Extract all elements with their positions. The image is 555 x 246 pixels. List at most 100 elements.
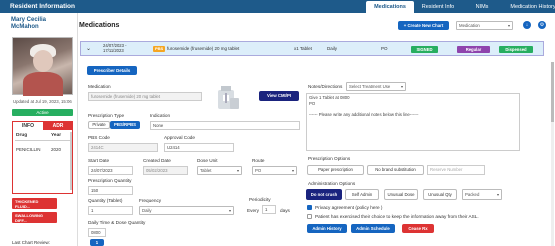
chevron-down-icon: ▾ [507,23,510,28]
prescription-type-label: Prescription Type [88,113,125,118]
frequency-label: Frequency [139,198,162,203]
privacy-text: Privacy agreement (policy here ) [315,205,383,210]
notes-textarea[interactable]: Give 1 Tablet at 0800 PO ------ Please w… [306,93,520,151]
route-value: PO [255,168,262,173]
packed-select[interactable]: Packed ▾ [462,189,502,200]
alert-thickened-fluid[interactable]: THICKENED FLUID... [12,198,57,209]
alert-line: DIFF... [15,217,27,223]
indication-field[interactable]: None [150,121,300,130]
approval-code-label: Approval Code [164,135,196,140]
chevron-down-icon[interactable]: ⌄ [86,45,91,52]
time-qty-badge[interactable]: 1 [90,239,104,246]
frequency-select[interactable]: Daily ▾ [139,206,234,215]
packed-value: Packed [465,192,480,197]
app-title: Resident Information [10,3,76,10]
resident-name-last: McMahon [11,24,39,30]
main-scrollbar[interactable] [551,62,554,246]
page-title: Medications [79,22,120,29]
pbs-code-field[interactable]: 2414C [88,143,158,152]
alert-line: FLUID... [15,203,31,209]
do-not-crush-button[interactable]: Do not crush [306,189,342,200]
asl-checkbox[interactable] [307,214,312,219]
chart-filter-value: Medication [459,23,480,28]
tab-medication-history[interactable]: Medication History [503,1,555,13]
admin-history-button[interactable]: Admin History [307,224,347,233]
rx-type-pbs-button[interactable]: PBS/RPBS [110,121,140,129]
periodicity-field[interactable]: 1 [262,205,276,214]
quantity-field[interactable]: 1 [88,206,133,215]
med-frequency: Daily [327,46,338,51]
rx-type-private-button[interactable]: Private [88,121,110,129]
main-scrollbar-thumb[interactable] [551,62,554,122]
adr-year: 2020 [51,147,62,152]
prescription-options-label: Prescription Options [308,156,351,161]
info-adr-panel: INFO ADR Drug Year PENICILLIN 2020 [12,121,73,194]
tab-adr[interactable]: ADR [43,122,73,130]
adr-scrollbar[interactable] [70,132,72,190]
no-brand-substitution-button[interactable]: No brand substitution [367,165,424,175]
prescription-qty-field[interactable]: 150 [88,186,133,195]
chevron-down-icon: ▾ [496,192,499,197]
notes-label: Notes/Directions [308,84,343,89]
time-field[interactable]: 0800 [88,228,106,237]
privacy-checkbox[interactable] [307,205,312,210]
create-new-chart-button[interactable]: + Create New Chart [398,21,449,30]
medication-field[interactable]: furosemide (frusemide) 20 mg tablet [88,92,202,101]
start-date-field[interactable]: 24/07/2023 [88,166,133,175]
adr-col-drug: Drug [16,133,28,138]
route-label: Route [252,158,265,163]
chevron-down-icon: ▾ [400,84,403,89]
administration-options-label: Administration Options [308,181,356,186]
status-dispensed-badge: Dispensed [499,45,533,53]
treatment-use-placeholder: Select Treatment Use [349,84,391,89]
settings-icon[interactable]: ⚙ [538,21,546,29]
tab-medications[interactable]: Medications [366,1,414,13]
med-dates: 24/07/2023 - 17/11/2023 [103,43,127,53]
dose-unit-label: Dose Unit [197,158,218,163]
reserve-number-input[interactable]: Reserve Number [427,165,485,175]
adr-col-year: Year [51,133,62,138]
prescription-qty-label: Prescription Quantity [88,178,132,183]
tab-nims[interactable]: NIMs [462,1,502,13]
cease-rx-button[interactable]: Cease Rx [402,224,434,233]
chevron-down-icon: ▾ [228,208,231,213]
adr-drug: PENICILLIN [16,147,41,152]
view-cmi-button[interactable]: View CMI/PI [259,91,299,101]
tab-info[interactable]: INFO [13,122,43,130]
medication-row[interactable]: ⌄ 24/07/2023 - 17/11/2023 PBS furosemide… [80,41,544,56]
med-name: furosemide (frusemide) 20 mg tablet [167,46,240,51]
med-route: PO [381,46,388,51]
treatment-use-select[interactable]: Select Treatment Use ▾ [346,82,406,91]
resident-name-first: Mary Cecilia [11,17,47,23]
photo-face [33,50,53,72]
updated-timestamp: Updated at Jul 19, 2023, 15:06 [13,99,72,104]
approval-code-field[interactable]: U2414 [164,143,234,152]
pbs-code-label: PBS Code [88,135,110,140]
paper-prescription-button[interactable]: Paper prescription [307,165,364,175]
download-icon[interactable]: ↓ [523,21,531,29]
medication-label: Medication [88,84,111,89]
top-bar: Resident Information Medications Residen… [0,0,555,13]
admin-schedule-button[interactable]: Admin Schedule [351,224,395,233]
alert-swallowing-difficulty[interactable]: SWALLOWING DIFF... [12,212,57,223]
med-qty: x1 Tablet [294,46,312,51]
dose-unit-value: Tablet [200,168,212,173]
tab-resident-info[interactable]: Resident Info [416,1,460,13]
chevron-down-icon: ▾ [291,168,294,173]
self-admin-button[interactable]: Self Admin [345,189,379,200]
medication-box-icon [216,82,241,110]
adr-divider [15,140,70,141]
quantity-label: Quantity (Tablet) [88,198,123,203]
created-date-field[interactable]: 05/02/2023 [143,166,188,175]
status-regular-badge: Regular [457,45,490,53]
unusual-qty-button[interactable]: Unusual Qty [423,189,457,200]
periodicity-label: Periodicity [249,197,271,202]
unusual-dose-button[interactable]: Unusual Dose [384,189,418,200]
chart-filter-select[interactable]: Medication ▾ [456,21,513,30]
daily-time-label: Daily Time & Dose Quantity [88,220,146,225]
pbs-badge: PBS [153,45,166,52]
frequency-value: Daily [142,208,152,213]
prescriber-details-button[interactable]: Prescriber Details [87,66,137,75]
dose-unit-select[interactable]: Tablet ▾ [197,166,242,175]
route-select[interactable]: PO ▾ [252,166,297,175]
